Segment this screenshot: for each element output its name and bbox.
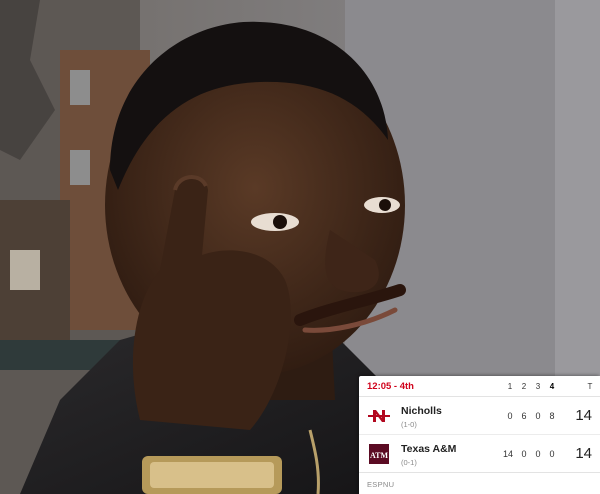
quarter-header: 2 (521, 382, 527, 391)
texas-am-logo-icon: ATM (368, 443, 390, 465)
quarter-header: 1 (507, 382, 513, 391)
scoreboard-card[interactable]: 12:05 - 4th 1 2 3 4 T Nicholls (1-0) 0 6… (359, 376, 600, 494)
team-total-score: 14 (575, 407, 592, 424)
quarter-header: 3 (535, 382, 541, 391)
team-row-nicholls[interactable]: Nicholls (1-0) 0 6 0 8 14 (359, 397, 600, 435)
svg-text:ATM: ATM (370, 451, 389, 460)
team-name: Nicholls (401, 405, 442, 417)
quarter-score: 0 (535, 449, 541, 459)
quarter-score: 0 (507, 411, 513, 421)
team-total-score: 14 (575, 445, 592, 462)
quarter-score: 14 (502, 449, 513, 459)
team-record: (0-1) (401, 458, 417, 467)
team-record: (1-0) (401, 420, 417, 429)
total-header: T (587, 382, 593, 391)
broadcast-network: ESPNU (367, 480, 395, 489)
quarter-score: 6 (521, 411, 527, 421)
quarter-score: 0 (521, 449, 527, 459)
quarter-score: 0 (535, 411, 541, 421)
team-name: Texas A&M (401, 443, 457, 455)
nicholls-logo-icon (368, 405, 390, 427)
game-clock: 12:05 - 4th (367, 380, 414, 392)
quarter-score: 8 (549, 411, 555, 421)
quarter-header-current: 4 (549, 382, 555, 391)
team-row-texas-am[interactable]: ATM Texas A&M (0-1) 14 0 0 0 14 (359, 435, 600, 473)
quarter-score: 0 (549, 449, 555, 459)
scoreboard-header: 12:05 - 4th 1 2 3 4 T (359, 376, 600, 397)
